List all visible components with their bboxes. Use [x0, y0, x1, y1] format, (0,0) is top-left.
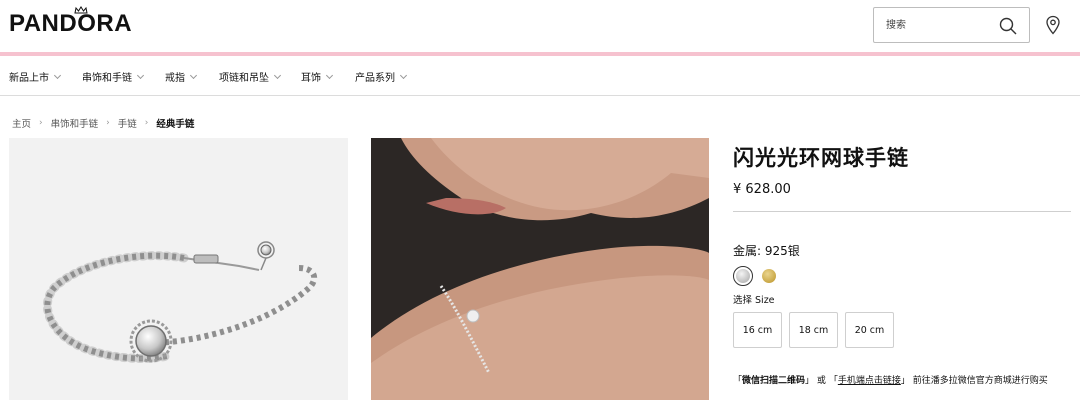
- crown-icon: [74, 6, 88, 14]
- product-title: 闪光光环网球手链: [733, 146, 909, 170]
- nav-item-charms-bracelets[interactable]: 串饰和手链: [82, 69, 145, 84]
- mobile-link[interactable]: 手机端点击链接: [838, 376, 901, 386]
- size-button-20cm[interactable]: 20 cm: [845, 312, 894, 348]
- size-button-16cm[interactable]: 16 cm: [733, 312, 782, 348]
- chevron-down-icon: [325, 71, 334, 79]
- chevron-down-icon: [53, 71, 62, 79]
- product-price: ¥ 628.00: [733, 182, 791, 197]
- chevron-down-icon: [136, 71, 145, 79]
- search-icon[interactable]: [998, 16, 1018, 36]
- bracelet-illustration: [42, 241, 318, 363]
- breadcrumb-bracelets[interactable]: 手链: [118, 116, 137, 130]
- search-box[interactable]: [873, 7, 1030, 43]
- breadcrumb-current: 经典手链: [156, 119, 195, 130]
- nav-item-earrings[interactable]: 耳饰: [301, 69, 334, 84]
- metal-label: 金属: 925银: [733, 244, 800, 258]
- nav-item-rings[interactable]: 戒指: [165, 69, 198, 84]
- size-label: 选择 Size: [733, 295, 775, 306]
- search-input[interactable]: [886, 16, 986, 34]
- site-header: PANDORA: [0, 0, 1080, 52]
- purchase-suffix: 前往潘多拉微信官方商城进行购买: [912, 376, 1048, 386]
- breadcrumb-home[interactable]: 主页: [12, 116, 31, 130]
- breadcrumb-separator: ›: [39, 118, 43, 128]
- size-button-18cm[interactable]: 18 cm: [789, 312, 838, 348]
- breadcrumb: 主页 › 串饰和手链 › 手链 › 经典手链: [12, 116, 194, 130]
- metal-swatch-gold[interactable]: [762, 269, 776, 283]
- model-image[interactable]: [371, 138, 709, 400]
- chevron-down-icon: [189, 71, 198, 79]
- nav-item-necklaces[interactable]: 项链和吊坠: [219, 69, 282, 84]
- model-photo-illustration: [371, 138, 709, 400]
- location-pin-icon[interactable]: [1044, 15, 1062, 35]
- chevron-down-icon: [273, 71, 282, 79]
- chevron-down-icon: [399, 71, 408, 79]
- wechat-scan-text: 微信扫描二维码: [742, 376, 806, 386]
- metal-swatch-silver[interactable]: [733, 266, 753, 286]
- or-text: 或: [816, 376, 826, 386]
- breadcrumb-separator: ›: [106, 118, 110, 128]
- nav-item-new-arrivals[interactable]: 新品上市: [9, 69, 62, 84]
- divider: [733, 211, 1071, 212]
- breadcrumb-charms-bracelets[interactable]: 串饰和手链: [51, 116, 99, 130]
- main-nav: 新品上市 串饰和手链 戒指 项链和吊坠 耳饰 产品系列: [0, 56, 1080, 96]
- breadcrumb-separator: ›: [144, 118, 149, 128]
- pandora-logo[interactable]: PANDORA: [9, 10, 132, 38]
- product-image[interactable]: [9, 138, 348, 400]
- purchase-note: 「微信扫描二维码」 或 「手机端点击链接」 前往潘多拉微信官方商城进行购买: [733, 376, 1048, 386]
- nav-item-collections[interactable]: 产品系列: [355, 69, 408, 84]
